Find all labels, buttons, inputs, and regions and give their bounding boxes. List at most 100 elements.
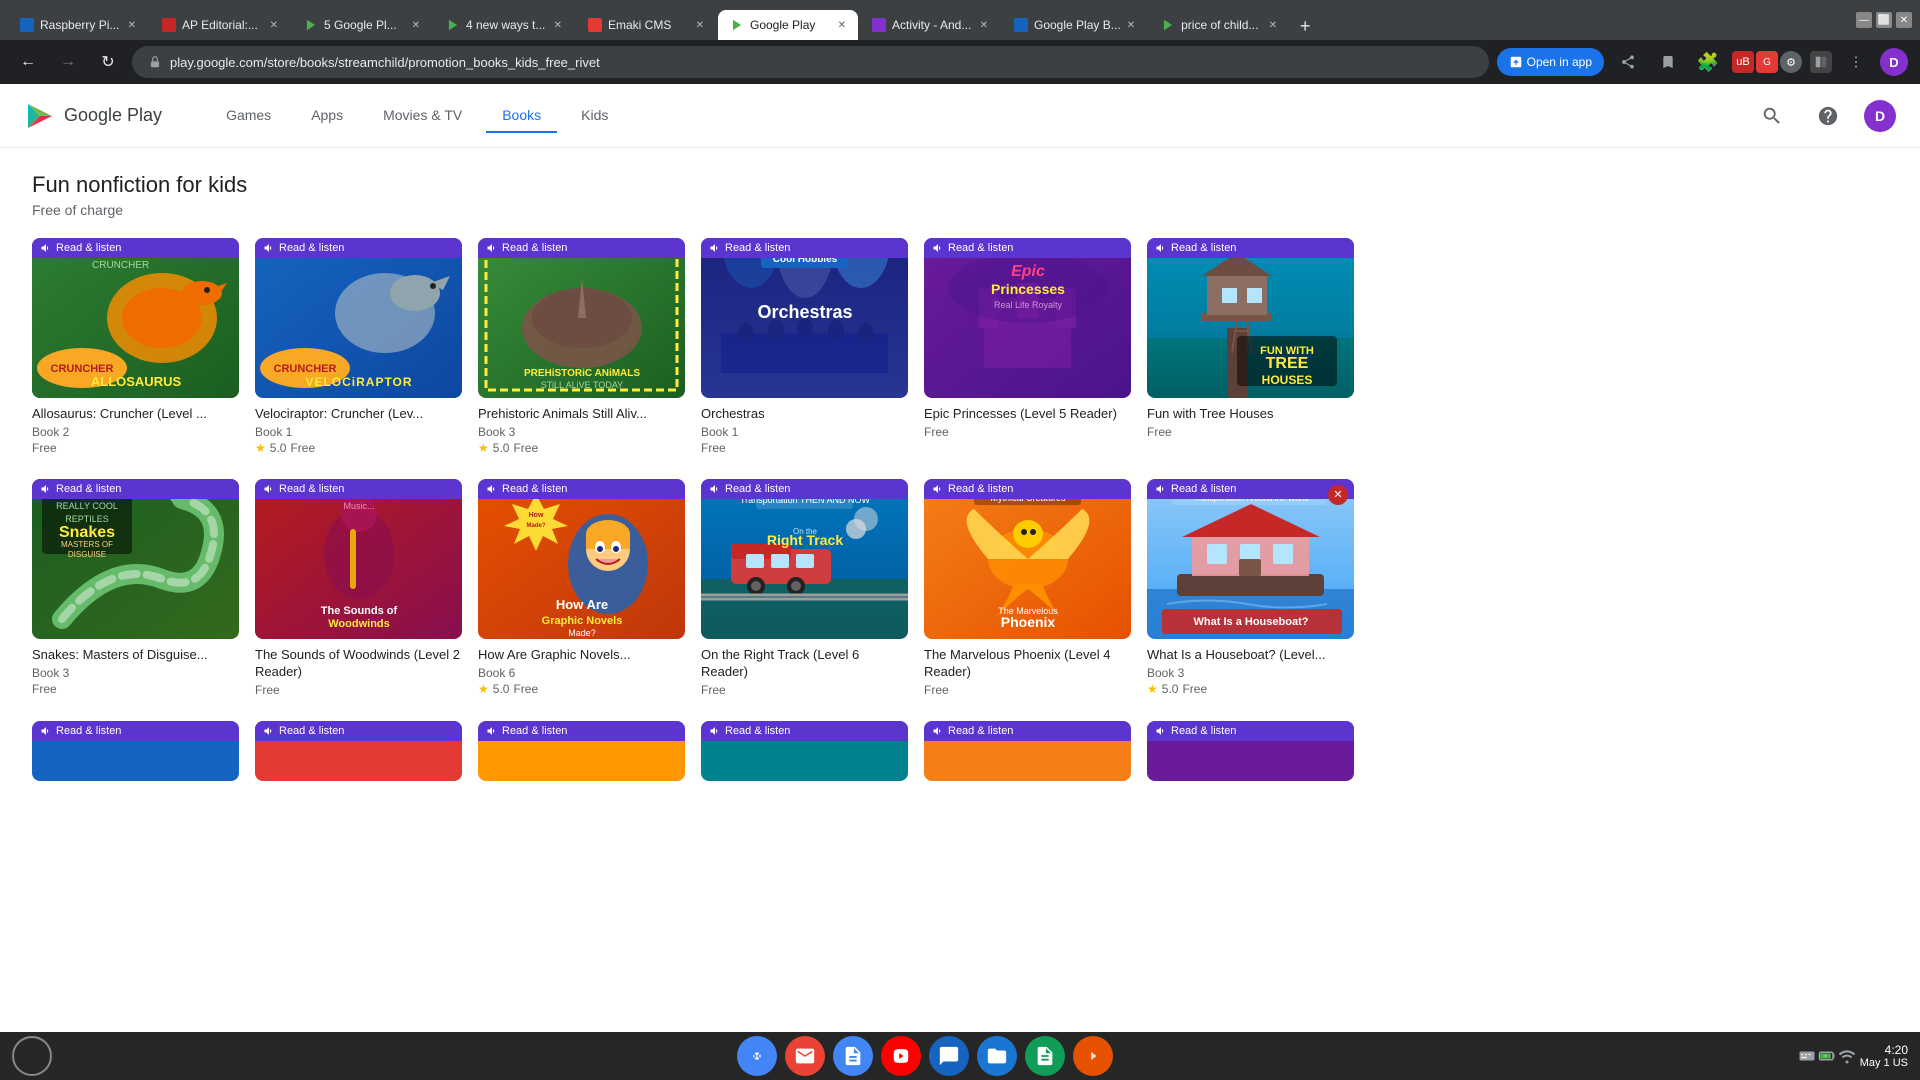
book-card-r3-2[interactable]: Read & listen [255,721,462,781]
book-title-woodwinds: The Sounds of Woodwinds (Level 2 Reader) [255,647,462,681]
svg-text:CRUNCHER: CRUNCHER [274,363,337,375]
book-cover-r3-4: Read & listen [701,721,908,781]
taskbar-app8-icon[interactable] [1073,1036,1113,1076]
book-cover-treehouses: Read & listen [1147,238,1354,398]
extensions-button[interactable]: 🧩 [1692,46,1724,78]
nav-books[interactable]: Books [486,99,557,133]
book-card-treehouses[interactable]: Read & listen [1147,238,1354,455]
book-price-treehouses: Free [1147,425,1354,439]
profile-avatar[interactable]: D [1880,48,1908,76]
book-card-prehistoric[interactable]: Read & listen [478,238,685,455]
book-cover-woodwinds: Read & listen [255,479,462,639]
taskbar-messages-icon[interactable] [929,1036,969,1076]
book-card-r3-6[interactable]: Read & listen [1147,721,1354,781]
taskbar-docs-icon[interactable] [833,1036,873,1076]
speaker-icon-9 [486,483,498,495]
houseboat-close-icon[interactable]: ✕ [1328,485,1348,505]
speaker-icon-8 [263,483,275,495]
tab-close-rpi[interactable]: ✕ [128,20,136,31]
tab-label-activity: Activity - And... [892,18,974,32]
book-card-graphic[interactable]: Read & listen [478,479,685,697]
tab-close-gplay[interactable]: ✕ [838,20,846,31]
chrome-menu-button[interactable] [1840,46,1872,78]
svg-text:PREHiSTORiC ANiMALS: PREHiSTORiC ANiMALS [524,368,640,379]
book-row-1-wrapper: Read & listen CRUNCHER [32,238,1888,479]
book-card-righttrack[interactable]: Read & listen [701,479,908,697]
book-card-r3-5[interactable]: Read & listen [924,721,1131,781]
velociraptor-cover-art: CRUNCHER VELOCiRAPTOR [255,238,462,398]
taskbar-chrome-icon[interactable] [737,1036,777,1076]
book-card-r3-1[interactable]: Read & listen [32,721,239,781]
gplay-header-actions: D [1752,96,1896,136]
book-cover-velociraptor: Read & listen CRUNCHER [255,238,462,398]
ext-icon-2[interactable]: ⚙ [1780,51,1802,73]
forward-button[interactable]: → [52,46,84,78]
righttrack-cover-art: Transportation THEN AND NOW On the Right… [701,479,908,639]
taskbar-youtube-icon[interactable] [881,1036,921,1076]
read-listen-badge-r3-4: Read & listen [701,721,908,741]
tab-close-4new[interactable]: ✕ [554,20,562,31]
book-card-princesses[interactable]: Read & listen [924,238,1131,455]
maximize-button[interactable]: ⬜ [1876,12,1892,28]
bookmark-button[interactable] [1652,46,1684,78]
taskbar-files-icon[interactable] [977,1036,1017,1076]
book-card-orchestras[interactable]: Read & listen [701,238,908,455]
book-label-snakes: Book 3 [32,666,239,680]
book-cover-graphic: Read & listen [478,479,685,639]
book-label-orchestras: Book 1 [701,425,908,439]
gplay-profile-avatar[interactable]: D [1864,100,1896,132]
tab-close-activity[interactable]: ✕ [980,20,988,31]
tab-pricechild[interactable]: price of child... ✕ [1149,10,1289,40]
nav-games[interactable]: Games [210,99,287,133]
reload-button[interactable]: ↻ [92,46,124,78]
tab-close-ap[interactable]: ✕ [270,20,278,31]
tab-close-gplaybk[interactable]: ✕ [1127,20,1135,31]
tab-gplaybk[interactable]: Google Play B... ✕ [1002,10,1147,40]
tab-activity[interactable]: Activity - And... ✕ [860,10,1000,40]
gplay-help-button[interactable] [1808,96,1848,136]
tab-label-pricechild: price of child... [1181,18,1263,32]
open-in-app-button[interactable]: Open in app [1497,48,1604,76]
tab-5gplay[interactable]: 5 Google Pl... ✕ [292,10,432,40]
tab-ap[interactable]: AP Editorial:... ✕ [150,10,290,40]
tab-label-5gplay: 5 Google Pl... [324,18,406,32]
tab-emaki[interactable]: Emaki CMS ✕ [576,10,716,40]
book-card-r3-4[interactable]: Read & listen [701,721,908,781]
tab-favicon-emaki [588,18,602,32]
gplay-search-button[interactable] [1752,96,1792,136]
ext-icon-1[interactable]: G [1756,51,1778,73]
back-button[interactable]: ← [12,46,44,78]
gplay-logo-icon [24,100,56,132]
nav-movies[interactable]: Movies & TV [367,99,478,133]
book-card-snakes[interactable]: Read & listen [32,479,239,697]
system-circle[interactable] [12,1036,52,1076]
sidebar-toggle-button[interactable] [1810,51,1832,73]
tab-close-5gplay[interactable]: ✕ [412,20,420,31]
book-card-r3-3[interactable]: Read & listen [478,721,685,781]
close-window-button[interactable]: ✕ [1896,12,1912,28]
nav-kids[interactable]: Kids [565,99,624,133]
read-listen-badge-r3-3: Read & listen [478,721,685,741]
lock-icon [148,55,162,69]
tab-4new[interactable]: 4 new ways t... ✕ [434,10,574,40]
tab-label-rpi: Raspberry Pi... [40,18,122,32]
nav-apps[interactable]: Apps [295,99,359,133]
book-card-woodwinds[interactable]: Read & listen [255,479,462,697]
tab-close-pricechild[interactable]: ✕ [1269,20,1277,31]
svg-text:What Is a Houseboat?: What Is a Houseboat? [1194,616,1309,628]
book-card-houseboat[interactable]: Read & listen ✕ [1147,479,1354,697]
book-card-phoenix[interactable]: Read & listen [924,479,1131,697]
tab-close-emaki[interactable]: ✕ [696,20,704,31]
book-card-velociraptor[interactable]: Read & listen CRUNCHER [255,238,462,455]
gplay-logo[interactable]: Google Play [24,100,162,132]
tab-rpi[interactable]: Raspberry Pi... ✕ [8,10,148,40]
address-input[interactable]: play.google.com/store/books/streamchild/… [132,46,1489,78]
new-tab-button[interactable]: + [1291,12,1319,40]
tab-gplay[interactable]: Google Play ✕ [718,10,858,40]
taskbar-gmail-icon[interactable] [785,1036,825,1076]
ublock-icon[interactable]: uB [1732,51,1754,73]
book-card-allosaurus[interactable]: Read & listen CRUNCHER [32,238,239,455]
minimize-button[interactable]: — [1856,12,1872,28]
taskbar-sheets-icon[interactable] [1025,1036,1065,1076]
share-button[interactable] [1612,46,1644,78]
